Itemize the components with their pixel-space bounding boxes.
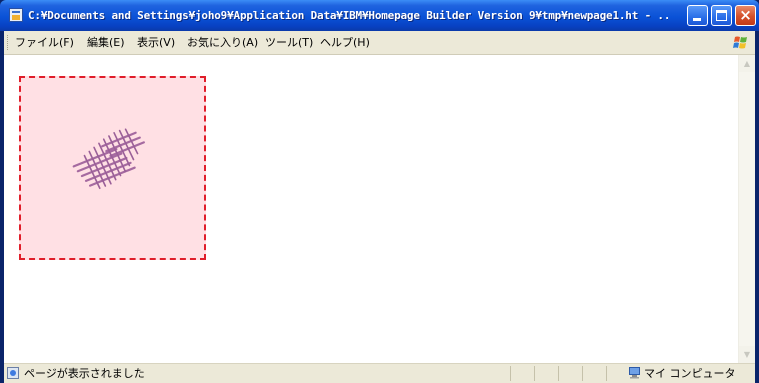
maximize-button[interactable] — [711, 5, 732, 26]
window-title: C:¥Documents and Settings¥joho9¥Applicat… — [28, 9, 668, 22]
menu-tools[interactable]: ツール(T) — [265, 31, 313, 55]
scroll-up-button[interactable]: ▲ — [739, 55, 755, 72]
ie-page-icon — [7, 367, 19, 379]
windows-logo-icon — [733, 36, 747, 49]
chevron-down-icon: ▼ — [743, 350, 751, 359]
menu-edit[interactable]: 編集(E) — [87, 31, 125, 55]
book-pages-icon — [72, 128, 145, 190]
app-icon[interactable] — [9, 8, 23, 22]
title-bar[interactable]: C:¥Documents and Settings¥joho9¥Applicat… — [0, 0, 759, 31]
my-computer-icon — [629, 367, 640, 379]
status-pane-divider — [582, 366, 583, 381]
status-pane-divider — [510, 366, 511, 381]
status-text: ページが表示されました — [24, 367, 145, 380]
status-bar: ページが表示されました マイ コンピュータ — [4, 363, 755, 383]
page-content: ▲ ▼ — [4, 55, 755, 363]
status-pane-divider — [558, 366, 559, 381]
minimize-button[interactable] — [687, 5, 708, 26]
chevron-up-icon: ▲ — [743, 59, 751, 68]
menu-help[interactable]: ヘルプ(H) — [320, 31, 370, 55]
menu-favorites[interactable]: お気に入り(A) — [187, 31, 258, 55]
scroll-down-button[interactable]: ▼ — [739, 346, 755, 363]
vertical-scrollbar[interactable]: ▲ ▼ — [738, 55, 755, 363]
maximize-icon — [716, 10, 727, 21]
image-placeholder[interactable] — [19, 76, 206, 260]
menu-view[interactable]: 表示(V) — [137, 31, 175, 55]
status-pane-divider — [534, 366, 535, 381]
close-icon: × — [739, 6, 752, 24]
zone-text: マイ コンピュータ — [644, 367, 736, 380]
minimize-icon — [693, 18, 701, 21]
menu-bar: ファイル(F) 編集(E) 表示(V) お気に入り(A) ツール(T) ヘルプ(… — [4, 31, 755, 55]
menu-file[interactable]: ファイル(F) — [15, 31, 74, 55]
toolbar-grip[interactable] — [7, 35, 11, 50]
close-button[interactable]: × — [735, 5, 756, 26]
status-pane-divider — [606, 366, 607, 381]
browser-window: C:¥Documents and Settings¥joho9¥Applicat… — [0, 0, 759, 383]
